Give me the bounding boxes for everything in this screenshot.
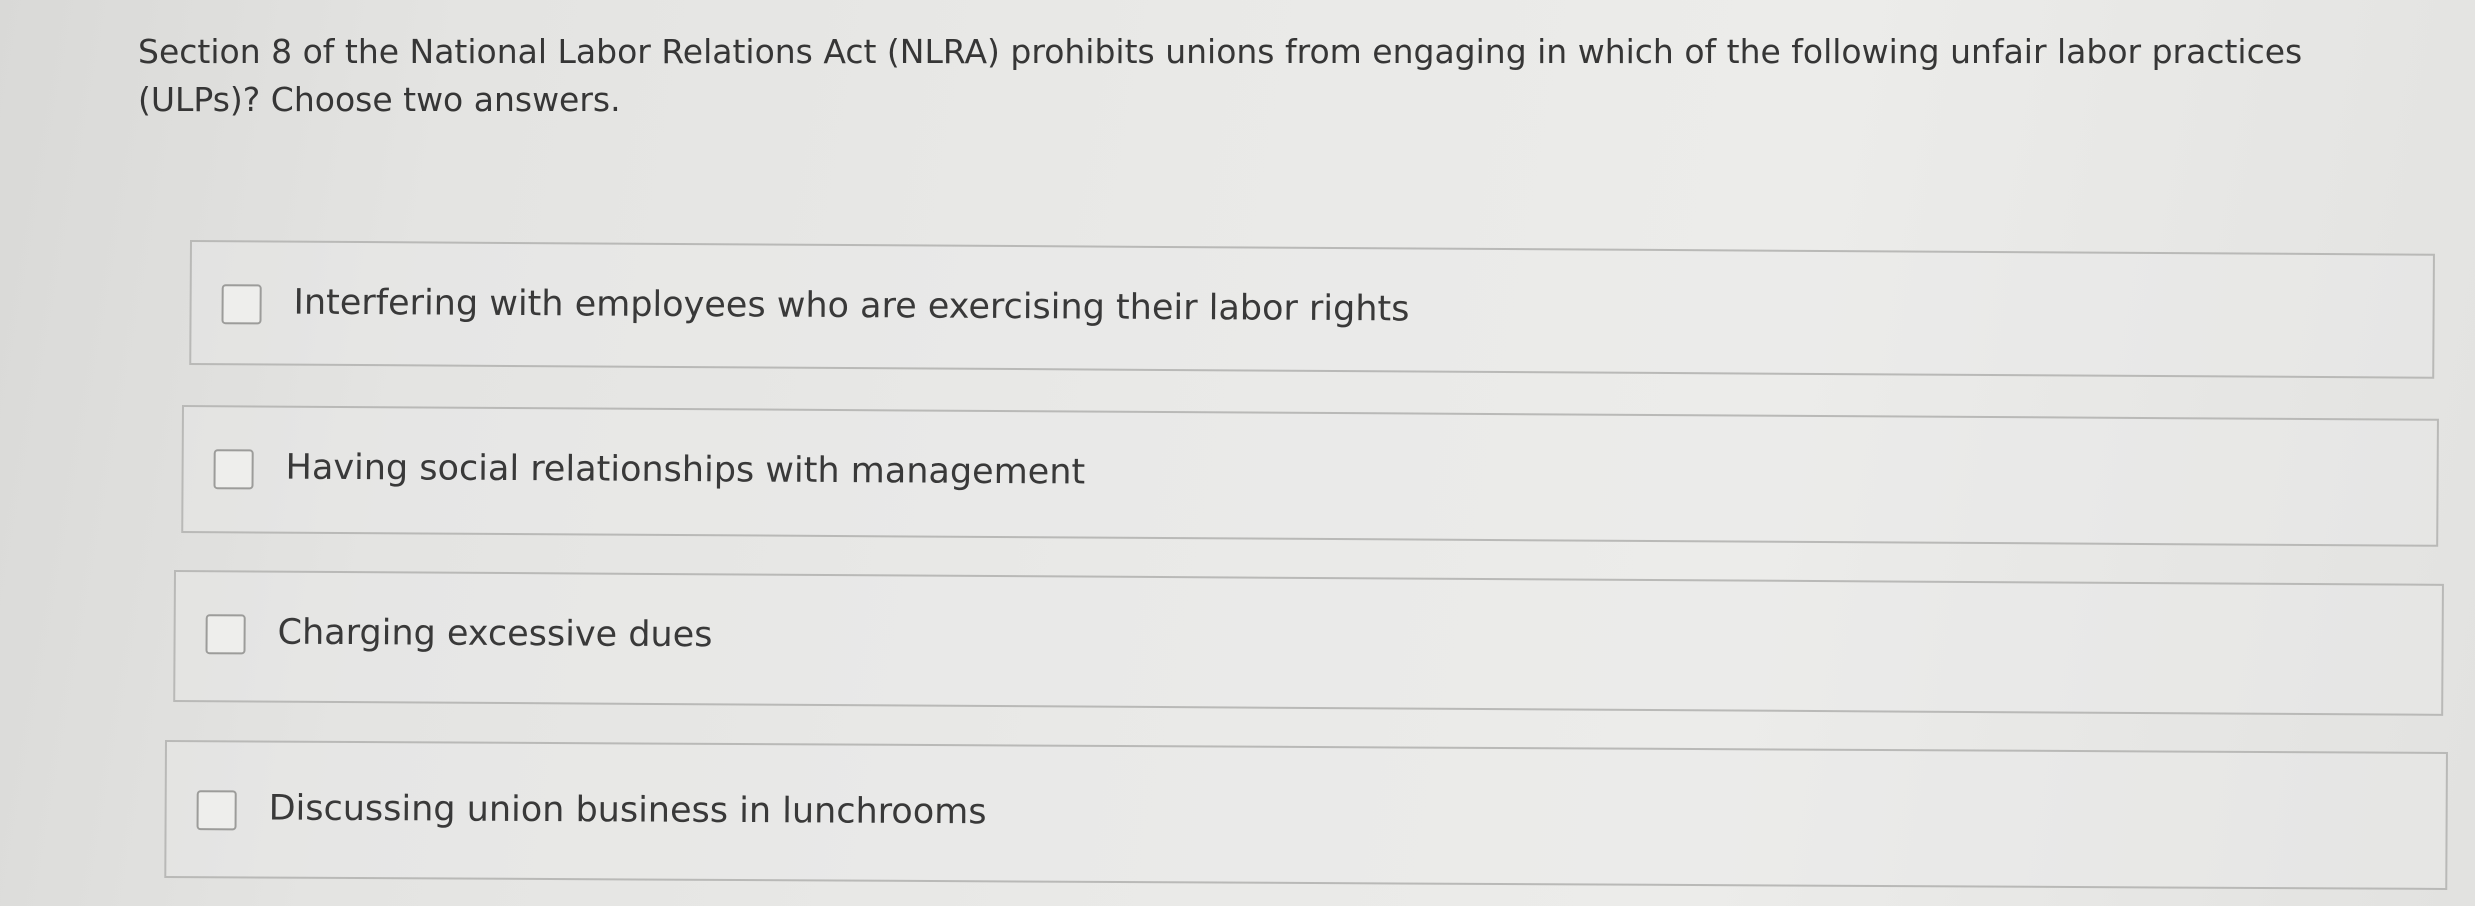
answer-option-4[interactable]: Discussing union business in lunchrooms <box>164 740 2448 890</box>
checkbox-icon[interactable] <box>205 614 246 655</box>
quiz-screen: Section 8 of the National Labor Relation… <box>0 0 2475 906</box>
checkbox-icon[interactable] <box>221 284 262 325</box>
checkbox-icon[interactable] <box>196 790 237 831</box>
answer-option-2[interactable]: Having social relationships with managem… <box>181 405 2439 547</box>
answer-option-3[interactable]: Charging excessive dues <box>173 570 2444 716</box>
answer-option-label: Discussing union business in lunchrooms <box>268 788 987 833</box>
answer-option-1[interactable]: Interfering with employees who are exerc… <box>189 240 2435 379</box>
answer-option-label: Charging excessive dues <box>277 612 713 656</box>
answer-option-label: Interfering with employees who are exerc… <box>293 282 1410 330</box>
answer-option-label: Having social relationships with managem… <box>285 447 1086 493</box>
answer-options: Interfering with employees who are exerc… <box>0 0 2475 906</box>
checkbox-icon[interactable] <box>213 449 254 490</box>
